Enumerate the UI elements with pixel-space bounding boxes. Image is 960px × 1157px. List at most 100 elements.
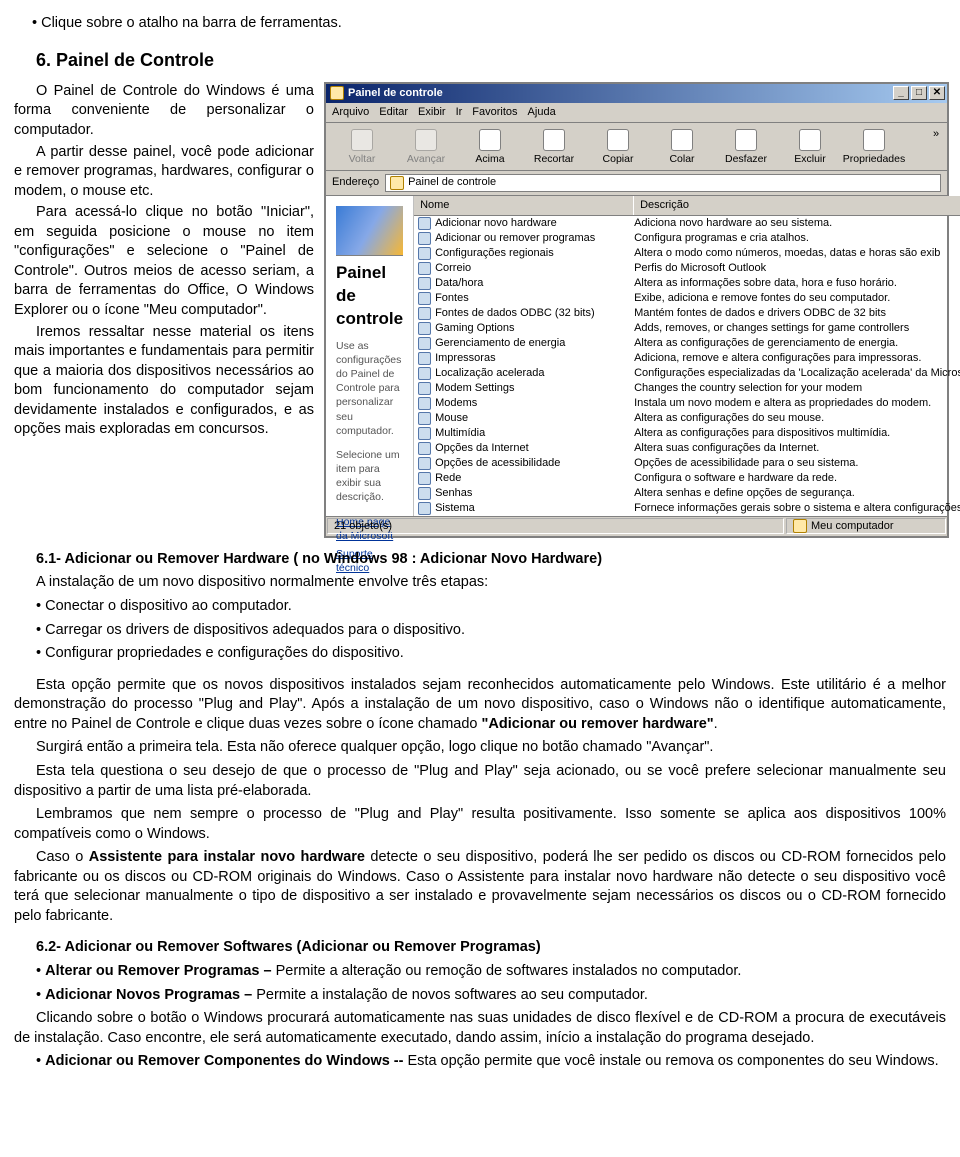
toolbar-icon	[863, 129, 885, 151]
list-item[interactable]: CorreioPerfis do Microsoft Outlook	[414, 261, 960, 276]
list-item[interactable]: Fontes de dados ODBC (32 bits)Mantém fon…	[414, 306, 960, 321]
s62-b1: Alterar ou Remover Programas – Permite a…	[36, 962, 946, 982]
status-count: 21 objeto(s)	[327, 518, 784, 534]
item-icon	[418, 382, 431, 395]
list-item[interactable]: Data/horaAltera as informações sobre dat…	[414, 276, 960, 291]
s62-b3: Adicionar ou Remover Componentes do Wind…	[36, 1052, 946, 1072]
side-title: Painel de controle	[336, 262, 403, 331]
menu-ajuda[interactable]: Ajuda	[528, 105, 556, 120]
address-field[interactable]: Painel de controle	[385, 174, 941, 192]
item-icon	[418, 487, 431, 500]
address-icon	[390, 176, 404, 190]
s61-p1: Esta opção permite que os novos disposit…	[14, 676, 946, 735]
toolbar-overflow-icon[interactable]: »	[929, 127, 943, 142]
list-view: Nome Descrição Adicionar novo hardwareAd…	[414, 196, 960, 516]
toolbar-icon	[671, 129, 693, 151]
toolbar-propriedades[interactable]: Propriedades	[842, 127, 906, 168]
s61-p3: Esta tela questiona o seu desejo de que …	[14, 762, 946, 801]
s61-p2: Surgirá então a primeira tela. Esta não …	[14, 738, 946, 758]
toolbar-colar[interactable]: Colar	[650, 127, 714, 168]
list-item[interactable]: Modem SettingsChanges the country select…	[414, 381, 960, 396]
list-item[interactable]: ImpressorasAdiciona, remove e altera con…	[414, 351, 960, 366]
toolbar-icon	[479, 129, 501, 151]
list-item[interactable]: SistemaFornece informações gerais sobre …	[414, 501, 960, 516]
list-item[interactable]: SenhasAltera senhas e define opções de s…	[414, 486, 960, 501]
control-panel-window: Painel de controle _ □ ✕ Arquivo Editar …	[324, 82, 949, 538]
window-icon	[330, 86, 344, 100]
toolbar-acima[interactable]: Acima	[458, 127, 522, 168]
toolbar-icon	[735, 129, 757, 151]
maximize-button[interactable]: □	[911, 86, 927, 100]
heading-6-2: 6.2- Adicionar ou Remover Softwares (Adi…	[36, 939, 541, 955]
list-item[interactable]: Gaming OptionsAdds, removes, or changes …	[414, 321, 960, 336]
item-icon	[418, 292, 431, 305]
list-item[interactable]: Opções da InternetAltera suas configuraç…	[414, 441, 960, 456]
item-icon	[418, 472, 431, 485]
list-item[interactable]: FontesExibe, adiciona e remove fontes do…	[414, 291, 960, 306]
status-location-label: Meu computador	[811, 519, 894, 534]
para-4: Iremos ressaltar nesse material os itens…	[14, 323, 314, 440]
list-item[interactable]: ModemsInstala um novo modem e altera as …	[414, 396, 960, 411]
heading-6: 6. Painel de Controle	[36, 48, 946, 72]
toolbar-icon	[415, 129, 437, 151]
menu-arquivo[interactable]: Arquivo	[332, 105, 369, 120]
minimize-button[interactable]: _	[893, 86, 909, 100]
address-value: Painel de controle	[408, 175, 496, 190]
menu-ir[interactable]: Ir	[456, 105, 463, 120]
s61-intro: A instalação de um novo dispositivo norm…	[36, 573, 946, 593]
toolbar-recortar[interactable]: Recortar	[522, 127, 586, 168]
item-icon	[418, 352, 431, 365]
toolbar-excluir[interactable]: Excluir	[778, 127, 842, 168]
list-item[interactable]: Opções de acessibilidadeOpções de acessi…	[414, 456, 960, 471]
toolbar: VoltarAvançarAcimaRecortarCopiarColarDes…	[326, 123, 947, 171]
menu-exibir[interactable]: Exibir	[418, 105, 446, 120]
list-item[interactable]: Configurações regionaisAltera o modo com…	[414, 246, 960, 261]
item-icon	[418, 307, 431, 320]
side-hint-1: Use as configurações do Painel de Contro…	[336, 339, 403, 438]
side-banner	[336, 206, 403, 256]
menu-bar: Arquivo Editar Exibir Ir Favoritos Ajuda	[326, 103, 947, 123]
list-item[interactable]: MouseAltera as configurações do seu mous…	[414, 411, 960, 426]
item-icon	[418, 262, 431, 275]
toolbar-icon	[543, 129, 565, 151]
item-icon	[418, 247, 431, 260]
status-bar: 21 objeto(s) Meu computador	[326, 516, 947, 536]
address-bar: Endereço Painel de controle	[326, 171, 947, 196]
address-label: Endereço	[332, 175, 379, 190]
item-icon	[418, 232, 431, 245]
side-hint-2: Selecione um item para exibir sua descri…	[336, 448, 403, 505]
toolbar-desfazer[interactable]: Desfazer	[714, 127, 778, 168]
column-headers[interactable]: Nome Descrição	[414, 196, 960, 216]
s61-bullet-1: Conectar o dispositivo ao computador.	[36, 597, 946, 617]
window-titlebar[interactable]: Painel de controle _ □ ✕	[326, 84, 947, 103]
toolbar-copiar[interactable]: Copiar	[586, 127, 650, 168]
item-icon	[418, 397, 431, 410]
s61-bullet-2: Carregar os drivers de dispositivos adeq…	[36, 621, 946, 641]
toolbar-avançar: Avançar	[394, 127, 458, 168]
col-desc[interactable]: Descrição	[634, 196, 960, 215]
menu-favoritos[interactable]: Favoritos	[472, 105, 517, 120]
toolbar-voltar: Voltar	[330, 127, 394, 168]
para-2: A partir desse painel, você pode adicion…	[14, 143, 314, 202]
list-item[interactable]: Gerenciamento de energiaAltera as config…	[414, 336, 960, 351]
item-icon	[418, 367, 431, 380]
s62-p1: Clicando sobre o botão o Windows procura…	[14, 1009, 946, 1048]
heading-6-1: 6.1- Adicionar ou Remover Hardware ( no …	[36, 551, 602, 567]
toolbar-icon	[799, 129, 821, 151]
list-item[interactable]: RedeConfigura o software e hardware da r…	[414, 471, 960, 486]
item-icon	[418, 337, 431, 350]
s61-p4: Lembramos que nem sempre o processo de "…	[14, 805, 946, 844]
side-panel: Painel de controle Use as configurações …	[326, 196, 414, 516]
list-item[interactable]: Adicionar novo hardwareAdiciona novo har…	[414, 216, 960, 231]
menu-editar[interactable]: Editar	[379, 105, 408, 120]
list-item[interactable]: MultimídiaAltera as configurações para d…	[414, 426, 960, 441]
close-button[interactable]: ✕	[929, 86, 945, 100]
item-icon	[418, 427, 431, 440]
list-item[interactable]: Adicionar ou remover programasConfigura …	[414, 231, 960, 246]
col-name[interactable]: Nome	[414, 196, 634, 215]
list-item[interactable]: Localização aceleradaConfigurações espec…	[414, 366, 960, 381]
item-icon	[418, 442, 431, 455]
status-location: Meu computador	[786, 518, 946, 534]
toolbar-icon	[607, 129, 629, 151]
s62-b2: Adicionar Novos Programas – Permite a in…	[36, 986, 946, 1006]
